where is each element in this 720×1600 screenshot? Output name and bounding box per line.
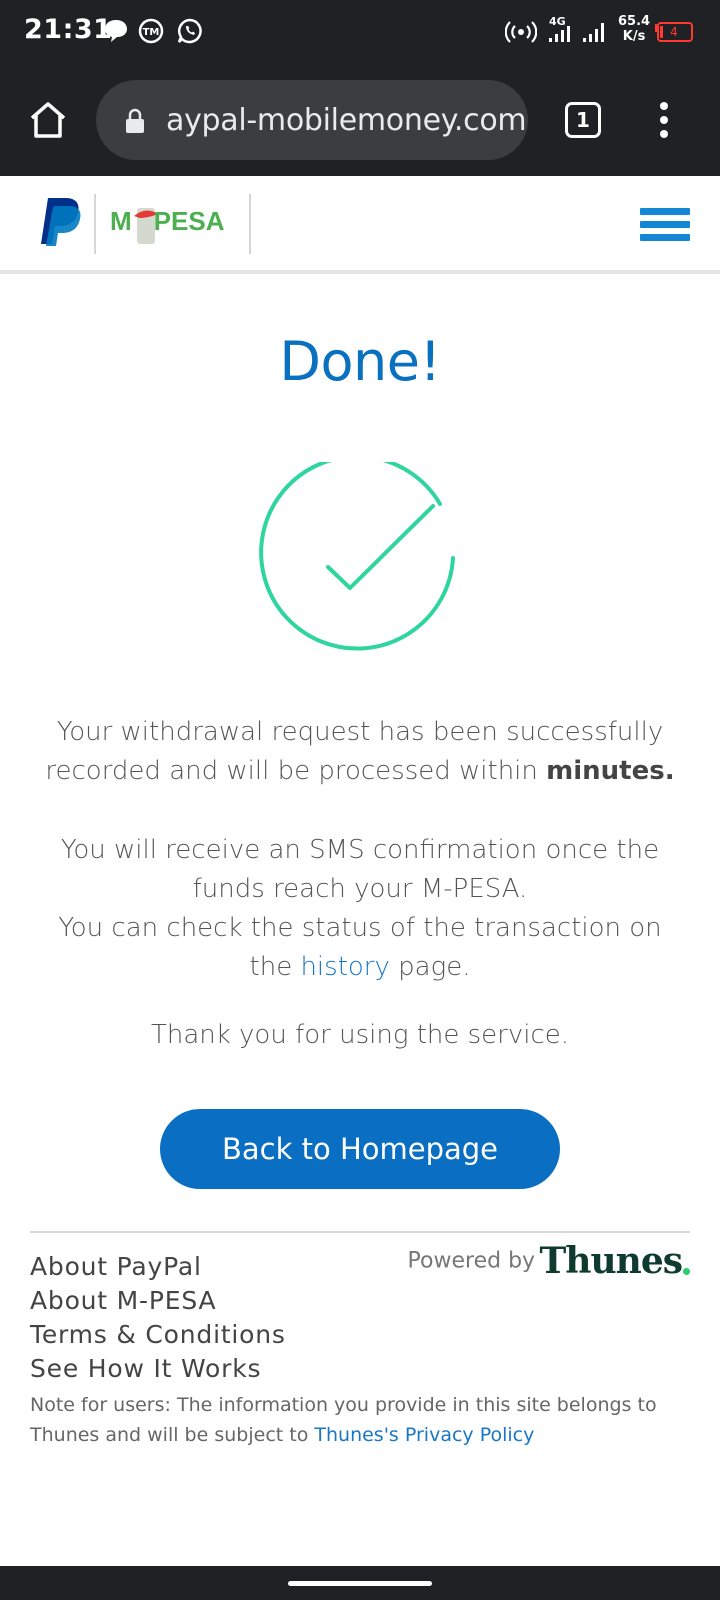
whatsapp-icon [177,18,202,44]
footer-link-how-it-works[interactable]: See How It Works [30,1352,286,1386]
hamburger-menu-icon[interactable] [640,208,690,246]
thanks-message: Thank you for using the service. [150,1020,570,1050]
status-bar: 21:31 TM 4G 65.4 K/s 4 [0,0,720,64]
powered-by: Powered by Thunes [408,1240,690,1282]
privacy-note: Note for users: The information you prov… [30,1394,657,1446]
system-nav-bar [0,1566,720,1600]
lock-icon [126,108,144,133]
thunes-logo[interactable]: Thunes [540,1240,683,1282]
more-options-icon[interactable] [652,100,676,140]
footer-links: About PayPal About M-PESA Terms & Condit… [30,1250,286,1386]
svg-text:4G: 4G [549,15,566,28]
footer-link-terms[interactable]: Terms & Conditions [30,1318,286,1352]
tab-switcher-button[interactable]: 1 [565,102,601,138]
address-bar[interactable]: aypal-mobilemoney.com [96,80,528,160]
footer-link-about-mpesa[interactable]: About M-PESA [30,1284,286,1318]
header-divider [94,194,96,254]
status-time: 21:31 [24,14,113,45]
mpesa-logo[interactable]: M PESA [110,202,234,246]
home-gesture-handle[interactable] [288,1581,432,1586]
hotspot-icon [505,21,537,43]
chat-bubble-icon [105,20,127,42]
battery-level: 4 [670,25,678,39]
network-4g-icon: 4G [547,14,577,46]
browser-toolbar: aypal-mobilemoney.com 1 [0,64,720,176]
url-text: aypal-mobilemoney.com [166,103,527,138]
battery-icon: 4 [654,22,694,42]
home-icon[interactable] [26,98,70,142]
header-divider [249,194,251,254]
checkmark-circle-icon [259,462,455,651]
site-header: M PESA [0,176,720,274]
tm-icon: TM [138,18,164,44]
page-title: Done! [279,330,441,393]
footer-divider [30,1231,690,1233]
history-link[interactable]: history [300,952,389,982]
sms-info-message: You will receive an SMS confirmation onc… [58,835,662,982]
network-speed: 65.4 K/s [618,14,651,44]
svg-text:TM: TM [143,27,160,38]
signal-icon [583,23,604,42]
paypal-logo[interactable] [38,196,84,248]
success-message: Your withdrawal request has been success… [45,717,675,786]
back-to-homepage-button[interactable]: Back to Homepage [160,1109,560,1189]
privacy-policy-link[interactable]: Thunes's Privacy Policy [314,1424,534,1446]
footer-link-about-paypal[interactable]: About PayPal [30,1250,286,1284]
